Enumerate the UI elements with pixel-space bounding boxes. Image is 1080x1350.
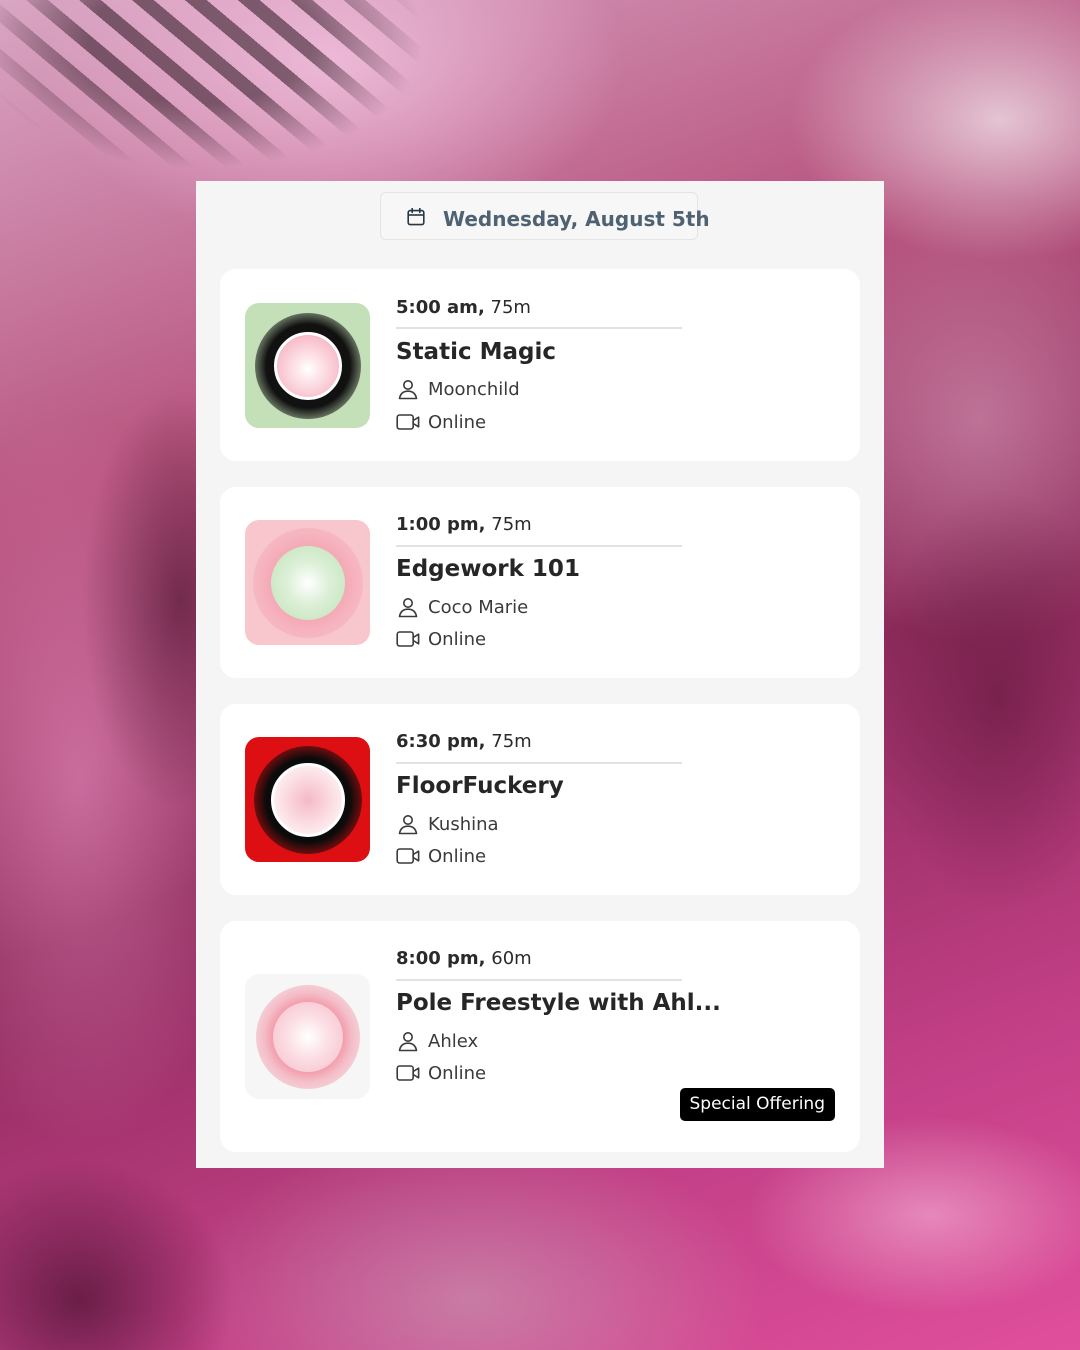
schedule-panel: Wednesday, August 5th 5:00 am, 75m Stati… bbox=[196, 181, 884, 1168]
person-icon bbox=[398, 598, 418, 618]
class-card[interactable]: 8:00 pm, 60m Pole Freestyle with Ahl... … bbox=[220, 921, 860, 1152]
class-time: 5:00 am, 75m bbox=[396, 297, 531, 318]
class-card[interactable]: 6:30 pm, 75m FloorFuckery Kushina Online bbox=[220, 704, 860, 895]
divider bbox=[396, 545, 682, 547]
class-time: 1:00 pm, 75m bbox=[396, 514, 532, 535]
location-label: Online bbox=[428, 1062, 487, 1084]
video-camera-icon bbox=[396, 414, 420, 430]
class-thumbnail bbox=[245, 303, 370, 428]
calendar-icon bbox=[407, 208, 425, 226]
location-label: Online bbox=[428, 845, 487, 867]
class-title[interactable]: Pole Freestyle with Ahl... bbox=[396, 990, 721, 1016]
instructor-row: Coco Marie bbox=[396, 595, 528, 619]
class-card[interactable]: 5:00 am, 75m Static Magic Moonchild Onli… bbox=[220, 269, 860, 461]
start-time: 8:00 pm, bbox=[396, 948, 486, 969]
location-label: Online bbox=[428, 411, 487, 433]
duration: 75m bbox=[491, 731, 532, 752]
class-title[interactable]: Edgework 101 bbox=[396, 556, 580, 582]
date-label: Wednesday, August 5th bbox=[443, 207, 710, 231]
divider bbox=[396, 762, 682, 764]
instructor-name: Kushina bbox=[428, 813, 499, 835]
class-time: 8:00 pm, 60m bbox=[396, 948, 532, 969]
video-camera-icon bbox=[396, 631, 420, 647]
person-icon bbox=[398, 815, 418, 835]
person-icon bbox=[398, 380, 418, 400]
divider bbox=[396, 979, 682, 981]
duration: 60m bbox=[491, 948, 532, 969]
special-offering-badge: Special Offering bbox=[679, 1088, 835, 1121]
class-thumbnail bbox=[245, 974, 370, 1099]
divider bbox=[396, 327, 682, 329]
instructor-row: Ahlex bbox=[396, 1029, 478, 1053]
location-row: Online bbox=[396, 627, 486, 651]
start-time: 1:00 pm, bbox=[396, 514, 486, 535]
class-card[interactable]: 1:00 pm, 75m Edgework 101 Coco Marie Onl… bbox=[220, 487, 860, 678]
location-label: Online bbox=[428, 628, 487, 650]
instructor-name: Moonchild bbox=[428, 378, 520, 400]
video-camera-icon bbox=[396, 1065, 420, 1081]
person-icon bbox=[398, 1032, 418, 1052]
instructor-row: Kushina bbox=[396, 812, 499, 836]
start-time: 5:00 am, bbox=[396, 297, 485, 318]
instructor-row: Moonchild bbox=[396, 377, 520, 401]
background-tattoo-pattern bbox=[0, 0, 420, 200]
video-camera-icon bbox=[396, 848, 420, 864]
instructor-name: Coco Marie bbox=[428, 596, 529, 618]
class-thumbnail bbox=[245, 737, 370, 862]
date-selector[interactable]: Wednesday, August 5th bbox=[380, 192, 710, 240]
class-title[interactable]: Static Magic bbox=[396, 339, 556, 365]
instructor-name: Ahlex bbox=[428, 1030, 479, 1052]
class-thumbnail bbox=[245, 520, 370, 645]
class-title[interactable]: FloorFuckery bbox=[396, 773, 564, 799]
class-time: 6:30 pm, 75m bbox=[396, 731, 532, 752]
duration: 75m bbox=[491, 514, 532, 535]
location-row: Online bbox=[396, 410, 486, 434]
location-row: Online bbox=[396, 1061, 486, 1085]
location-row: Online bbox=[396, 844, 486, 868]
start-time: 6:30 pm, bbox=[396, 731, 486, 752]
duration: 75m bbox=[490, 297, 531, 318]
